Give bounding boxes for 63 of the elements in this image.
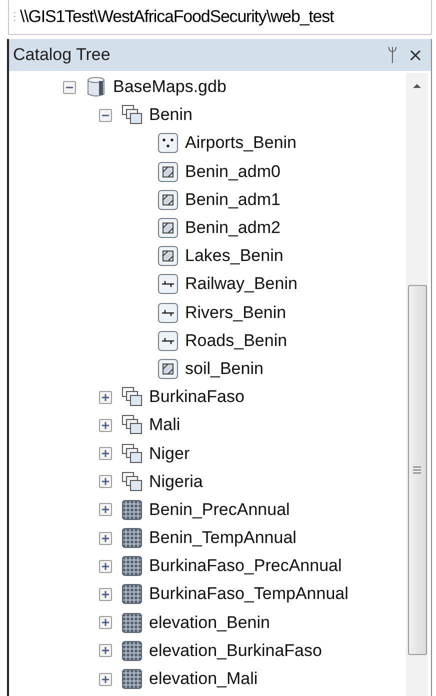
pin-button[interactable]: ᛘ xyxy=(384,44,400,66)
panel-title: Catalog Tree xyxy=(13,45,110,65)
expander-icon[interactable] xyxy=(99,644,112,658)
expander-icon[interactable] xyxy=(99,447,112,460)
address-path: \\GIS1Test\WestAfricaFoodSecurity\web_test xyxy=(20,7,334,27)
polygon-icon xyxy=(157,188,179,211)
raster-grid-icon xyxy=(121,527,143,550)
tree-item[interactable]: BurkinaFaso xyxy=(149,387,244,408)
expander-icon[interactable] xyxy=(99,390,112,404)
tree-item[interactable]: Mali xyxy=(149,415,180,436)
tree-item[interactable]: BurkinaFaso_TempAnnual xyxy=(149,584,348,604)
tree-item[interactable]: elevation_Benin xyxy=(149,612,270,633)
tree-item[interactable]: Benin_adm2 xyxy=(185,218,280,238)
stacked-squares-icon xyxy=(121,442,143,465)
expander-icon[interactable] xyxy=(99,672,112,686)
polygon-icon xyxy=(157,245,179,268)
scroll-thumb[interactable] xyxy=(408,285,426,655)
stacked-squares-icon xyxy=(121,104,143,126)
expander-icon[interactable] xyxy=(99,108,112,122)
tree-item[interactable]: Benin_PrecAnnual xyxy=(149,500,290,520)
scroll-up-icon[interactable] xyxy=(412,83,422,89)
raster-grid-icon xyxy=(121,640,143,662)
raster-grid-icon xyxy=(121,583,143,606)
database-icon xyxy=(85,76,107,98)
points-icon xyxy=(157,132,179,154)
tree-item[interactable]: Airports_Benin xyxy=(185,133,297,154)
tree-item[interactable]: Nigeria xyxy=(149,472,203,492)
raster-grid-icon xyxy=(121,555,143,578)
expander-icon[interactable] xyxy=(99,532,112,545)
expander-icon[interactable] xyxy=(63,80,76,94)
tree-item[interactable]: Benin_TempAnnual xyxy=(149,528,296,548)
tree-item[interactable]: elevation_Mali xyxy=(149,669,258,690)
address-bar[interactable]: \\GIS1Test\WestAfricaFoodSecurity\web_test xyxy=(8,0,432,35)
scrollbar[interactable] xyxy=(406,73,428,696)
expander-icon[interactable] xyxy=(99,418,112,432)
tree-item[interactable]: BaseMaps.gdb xyxy=(113,77,226,98)
tree-item[interactable]: Lakes_Benin xyxy=(185,246,284,266)
expander-icon[interactable] xyxy=(99,616,112,630)
tree-item[interactable]: BurkinaFaso_PrecAnnual xyxy=(149,556,342,576)
raster-grid-icon xyxy=(121,668,143,690)
polygon-icon xyxy=(157,217,179,240)
grip-icon xyxy=(413,466,421,474)
stacked-squares-icon xyxy=(121,470,143,493)
tree-item[interactable]: Rivers_Benin xyxy=(185,302,286,323)
close-button[interactable]: × xyxy=(406,44,425,66)
tree-item[interactable]: Benin_adm1 xyxy=(185,190,280,210)
tree-item[interactable]: soil_Benin xyxy=(185,358,264,379)
stacked-squares-icon xyxy=(121,386,143,408)
tree-item[interactable]: Benin_adm0 xyxy=(185,162,280,182)
expander-icon[interactable] xyxy=(99,475,112,488)
polygon-icon xyxy=(157,358,179,380)
stacked-squares-icon xyxy=(121,414,143,436)
tree-item[interactable]: Railway_Benin xyxy=(185,274,298,294)
tree-item[interactable]: Niger xyxy=(149,444,190,464)
tree-item[interactable]: Roads_Benin xyxy=(185,330,288,351)
polygon-icon xyxy=(157,160,179,183)
raster-grid-icon xyxy=(121,612,143,634)
expander-icon[interactable] xyxy=(99,588,112,601)
expander-icon[interactable] xyxy=(99,503,112,516)
tree-item[interactable]: elevation_BurkinaFaso xyxy=(149,640,322,661)
expander-icon[interactable] xyxy=(99,560,112,573)
tree-item[interactable]: Benin xyxy=(149,105,192,126)
raster-grid-icon xyxy=(121,498,143,521)
